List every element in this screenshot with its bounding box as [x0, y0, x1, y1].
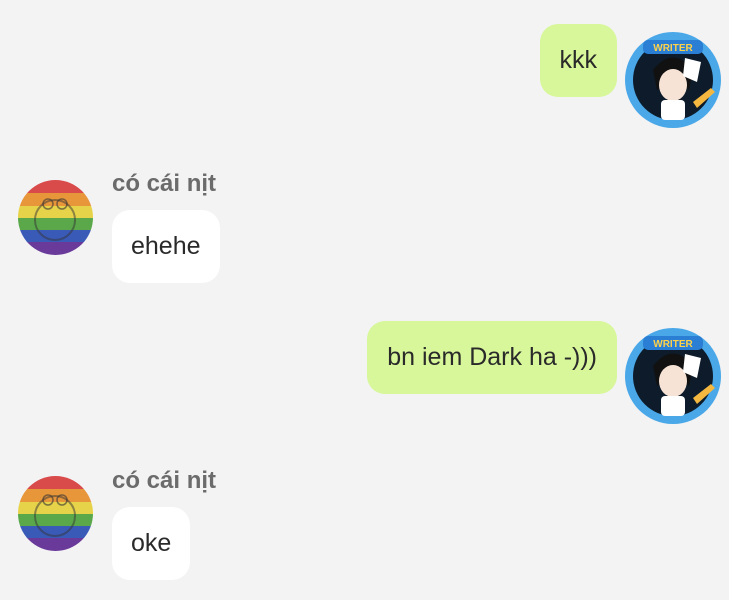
rainbow-avatar-icon — [18, 476, 93, 551]
rainbow-avatar-icon — [18, 180, 93, 255]
received-message-bubble[interactable]: ehehe — [112, 210, 220, 283]
self-avatar[interactable]: WRITER — [623, 326, 723, 426]
contact-avatar[interactable] — [18, 476, 93, 551]
sender-name: có cái nịt — [112, 170, 217, 197]
writer-avatar-icon: WRITER — [625, 328, 721, 424]
chat-thread: kkk WRITER có cái nịt ehehe bn iem Dark … — [0, 0, 729, 600]
sent-message-bubble[interactable]: bn iem Dark ha -))) — [367, 321, 617, 394]
sent-message-bubble[interactable]: kkk — [539, 24, 617, 97]
received-message-bubble[interactable]: oke — [112, 507, 191, 580]
writer-badge-text: WRITER — [653, 43, 693, 54]
message-text: oke — [131, 529, 172, 557]
message-text: bn iem Dark ha -))) — [387, 343, 597, 371]
message-text: ehehe — [131, 232, 201, 260]
writer-avatar-icon: WRITER — [625, 32, 721, 128]
message-text: kkk — [559, 46, 598, 74]
writer-badge-text: WRITER — [653, 339, 693, 350]
self-avatar[interactable]: WRITER — [623, 30, 723, 130]
contact-avatar[interactable] — [18, 180, 93, 255]
sender-name: có cái nịt — [112, 467, 217, 494]
